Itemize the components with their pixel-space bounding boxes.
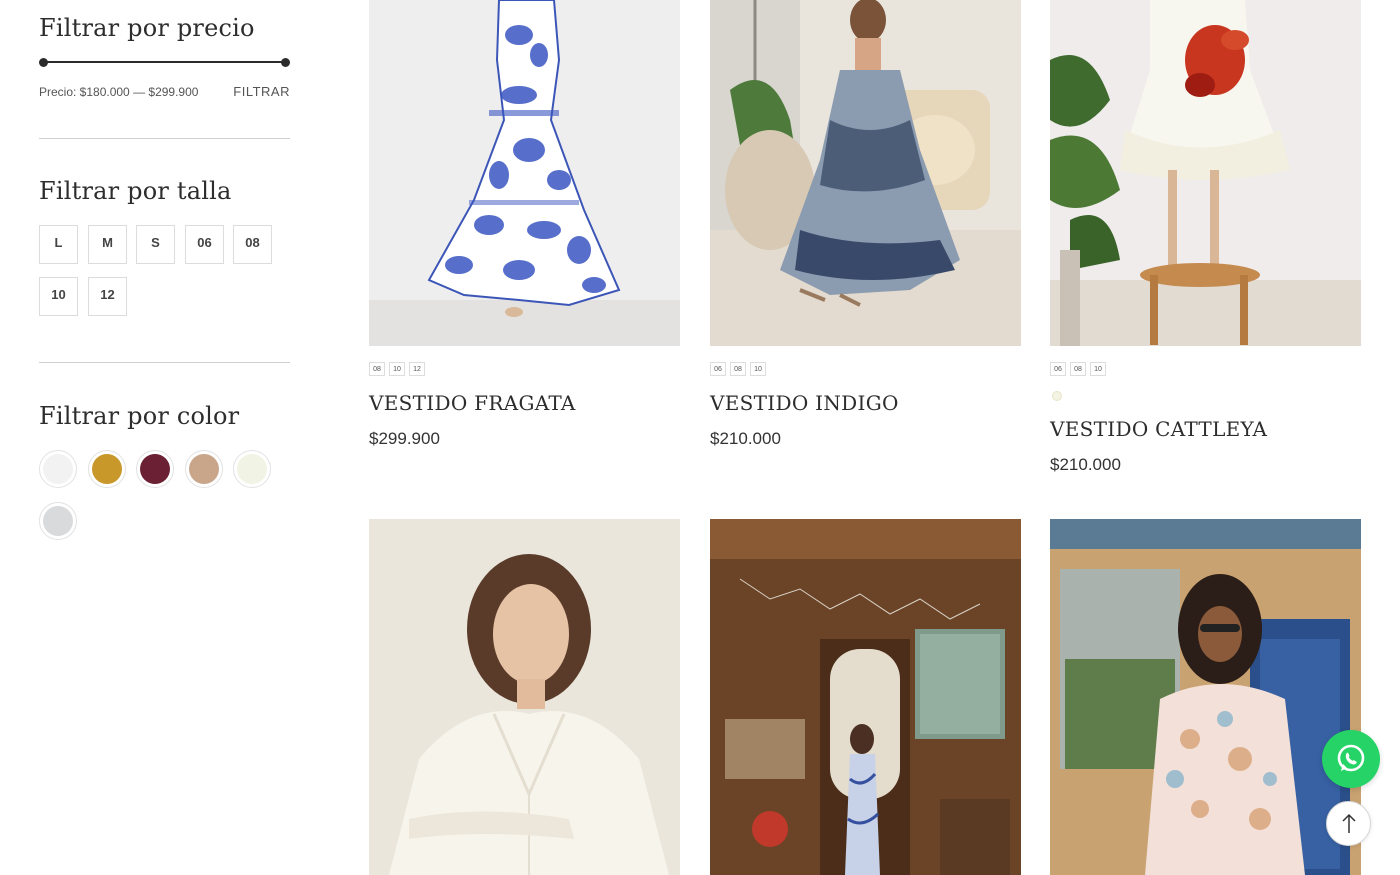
product-price: $210.000 [710,429,781,448]
arrow-up-icon [1341,813,1356,833]
divider [39,362,290,363]
size-tag: 10 [750,362,766,376]
color-swatch-tan[interactable] [185,450,223,488]
product-image[interactable] [369,519,680,875]
product-name[interactable]: VESTIDO FRAGATA [369,391,576,415]
filter-button[interactable]: FILTRAR [233,84,290,99]
product-card[interactable]: 08 10 12 VESTIDO FRAGATA $299.900 [369,0,680,460]
size-option-10[interactable]: 10 [39,277,78,316]
size-tag: 06 [1050,362,1066,376]
color-swatch-mustard[interactable] [88,450,126,488]
price-row: Precio: $180.000 — $299.900 FILTRAR [39,84,290,99]
color-swatch-cream[interactable] [233,450,271,488]
color-swatch-white[interactable] [39,450,77,488]
product-size-tags: 06 08 10 [1050,362,1106,376]
product-image[interactable] [1050,0,1361,346]
swatch-fill [140,454,170,484]
product-image[interactable] [1050,519,1361,875]
size-option-s[interactable]: S [136,225,175,264]
price-filter-title: Filtrar por precio [39,14,255,42]
size-option-m[interactable]: M [88,225,127,264]
product-price: $299.900 [369,429,440,448]
color-swatch-gray[interactable] [39,502,77,540]
size-filter-title: Filtrar por talla [39,177,232,205]
size-tag: 08 [369,362,385,376]
product-card[interactable]: 06 08 10 VESTIDO INDIGO $210.000 [710,0,1021,460]
swatch-fill [43,506,73,536]
product-image[interactable] [710,519,1021,875]
size-tag: 10 [389,362,405,376]
price-range-label: Precio: $180.000 — $299.900 [39,84,199,99]
product-size-tags: 06 08 10 [710,362,766,376]
product-card[interactable] [1050,519,1361,875]
product-card[interactable]: 06 08 10 VESTIDO CATTLEYA $210.000 [1050,0,1361,490]
product-name[interactable]: VESTIDO INDIGO [710,391,899,415]
size-option-12[interactable]: 12 [88,277,127,316]
price-range-slider[interactable] [39,58,290,67]
price-range-track [44,61,285,63]
product-color-swatch[interactable] [1052,391,1062,401]
product-price: $210.000 [1050,455,1121,474]
product-size-tags: 08 10 12 [369,362,425,376]
whatsapp-button[interactable] [1322,730,1380,788]
product-card[interactable] [710,519,1021,875]
size-option-08[interactable]: 08 [233,225,272,264]
product-card[interactable] [369,519,680,875]
divider [39,138,290,139]
swatch-fill [189,454,219,484]
price-min-handle[interactable] [39,58,48,67]
size-option-06[interactable]: 06 [185,225,224,264]
price-max-handle[interactable] [281,58,290,67]
swatch-fill [237,454,267,484]
size-tag: 10 [1090,362,1106,376]
product-name[interactable]: VESTIDO CATTLEYA [1050,417,1267,441]
size-tag: 08 [1070,362,1086,376]
color-swatch-burgundy[interactable] [136,450,174,488]
size-tag: 06 [710,362,726,376]
product-image[interactable] [710,0,1021,346]
size-option-l[interactable]: L [39,225,78,264]
product-image[interactable] [369,0,680,346]
size-tag: 12 [409,362,425,376]
size-tag: 08 [730,362,746,376]
swatch-fill [92,454,122,484]
whatsapp-icon [1337,744,1365,772]
scroll-to-top-button[interactable] [1326,801,1371,846]
swatch-fill [43,454,73,484]
color-filter-title: Filtrar por color [39,402,240,430]
